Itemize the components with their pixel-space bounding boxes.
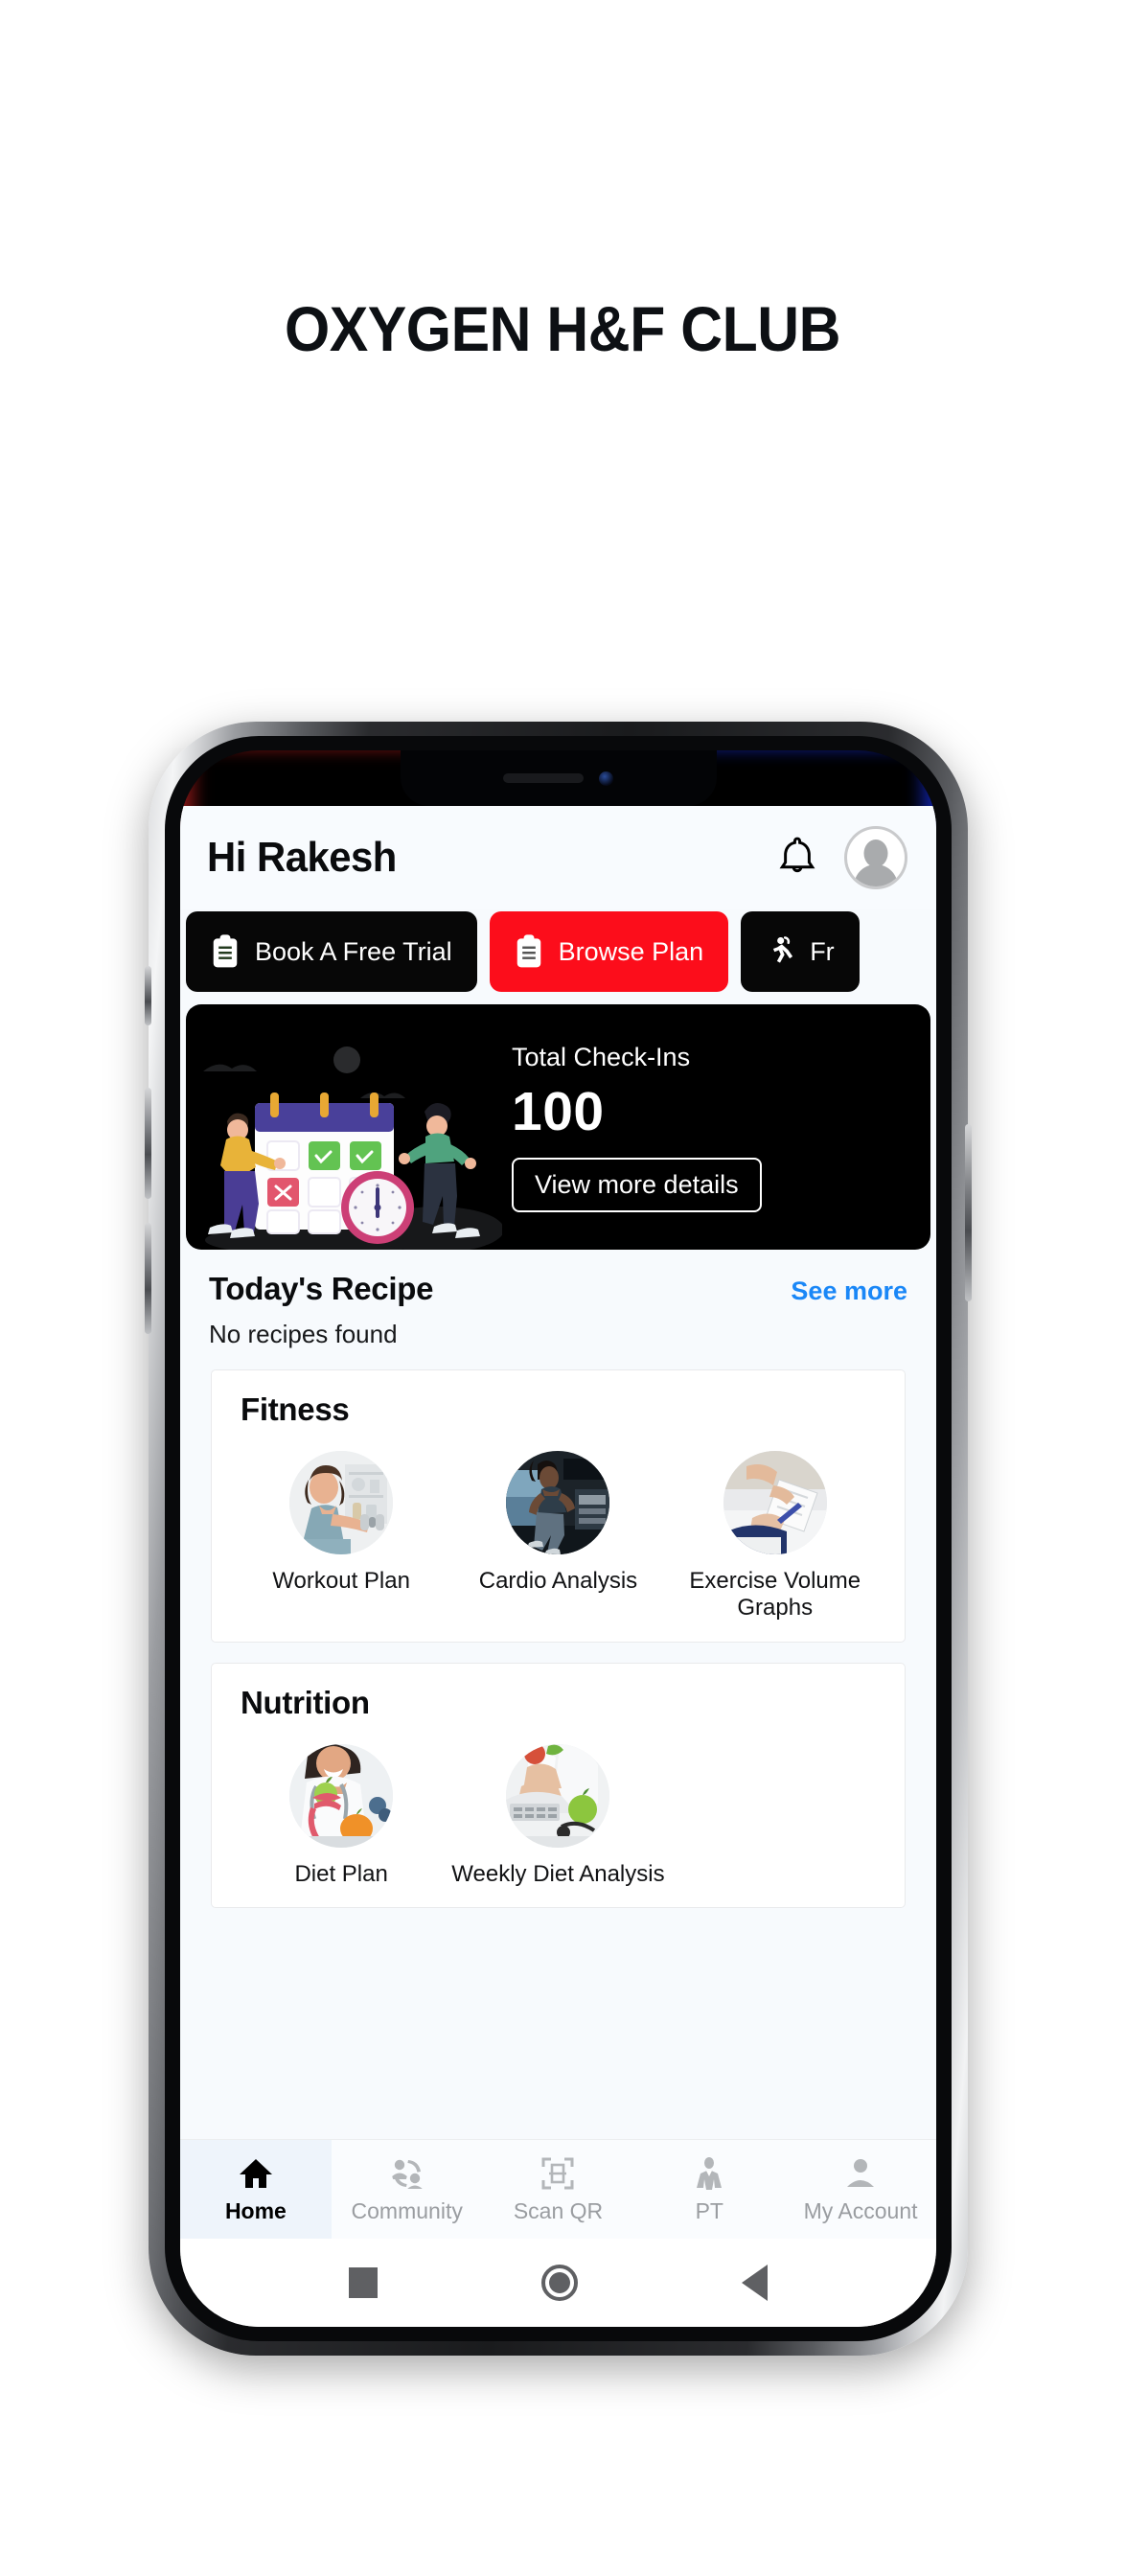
back-triangle-icon[interactable] — [742, 2265, 769, 2301]
phone-volume-down-button[interactable] — [145, 1223, 151, 1334]
app-viewport: Hi Rakesh Book A Free Trial Browse Plan … — [180, 806, 936, 2327]
todays-recipe-section: Today's Recipe See more No recipes found — [180, 1250, 936, 1349]
header-icons — [775, 826, 907, 889]
tile-label: Exercise Volume Graphs — [689, 1568, 861, 1622]
tile-empty-slot — [667, 1744, 884, 1888]
tile-workout-plan[interactable]: Workout Plan — [233, 1451, 449, 1622]
earpiece-speaker — [503, 773, 584, 783]
tab-community[interactable]: Community — [332, 2140, 483, 2239]
tile-diet-plan[interactable]: Diet Plan — [233, 1743, 449, 1888]
phone-silent-switch[interactable] — [145, 966, 151, 1025]
running-person-icon — [773, 936, 793, 963]
greeting-text: Hi Rakesh — [207, 834, 397, 881]
phone-screen: Hi Rakesh Book A Free Trial Browse Plan … — [180, 750, 936, 2327]
phone-power-button[interactable] — [965, 1124, 972, 1301]
tab-pt[interactable]: PT — [633, 2140, 785, 2239]
bell-icon[interactable] — [775, 835, 819, 881]
tile-exercise-volume-graphs[interactable]: Exercise Volume Graphs — [667, 1451, 884, 1622]
book-a-free-trial-button[interactable]: Book A Free Trial — [186, 911, 477, 992]
see-more-link[interactable]: See more — [791, 1276, 907, 1306]
trainer-icon — [693, 2154, 725, 2193]
tab-label: Community — [351, 2198, 463, 2223]
person-icon — [844, 2154, 877, 2193]
community-icon — [389, 2154, 425, 2193]
total-checkins-card[interactable]: Total Check-Ins 100 View more details — [186, 1004, 930, 1250]
total-checkins-label: Total Check-Ins — [512, 1042, 691, 1071]
tab-label: PT — [695, 2198, 723, 2223]
tile-label: Diet Plan — [294, 1860, 388, 1887]
todays-recipe-title: Today's Recipe — [209, 1271, 434, 1306]
front-camera-icon — [599, 770, 613, 786]
free-workout-label: Fr — [810, 936, 835, 966]
avatar[interactable] — [844, 826, 907, 889]
tile-label: Workout Plan — [272, 1568, 410, 1594]
checkins-info: Total Check-Ins 100 View more details — [502, 1004, 930, 1250]
total-checkins-value: 100 — [512, 1080, 605, 1142]
home-circle-icon[interactable] — [540, 2265, 578, 2301]
scan-qr-icon — [541, 2154, 574, 2193]
tab-my-account[interactable]: My Account — [785, 2140, 936, 2239]
clipboard-icon — [517, 934, 540, 968]
phone-device-mockup: Hi Rakesh Book A Free Trial Browse Plan … — [145, 722, 972, 2356]
browse-plan-label: Browse Plan — [558, 936, 704, 966]
view-more-details-button[interactable]: View more details — [512, 1157, 762, 1212]
tile-cardio-analysis[interactable]: Cardio Analysis — [449, 1451, 666, 1622]
free-workout-button[interactable]: Fr — [741, 911, 860, 992]
recents-square-icon[interactable] — [348, 2267, 378, 2298]
tile-label: Cardio Analysis — [478, 1568, 638, 1594]
page-title: OXYGEN H&F CLUB — [284, 293, 841, 364]
laptop-apple-photo — [506, 1743, 610, 1848]
avatar-head — [863, 840, 888, 867]
woman-treadmill-photo — [506, 1451, 610, 1554]
phone-volume-up-button[interactable] — [145, 1088, 151, 1199]
nutrition-tiles: Diet Plan Weekly Diet Analysis — [212, 1721, 905, 1888]
tab-label: Home — [224, 2198, 287, 2223]
home-icon — [239, 2154, 273, 2193]
woman-dumbbell-photo — [289, 1451, 394, 1554]
nutrition-section-title: Nutrition — [241, 1684, 370, 1720]
avatar-body — [854, 864, 898, 886]
fitness-section-card: Fitness Workout Plan Cardio Analysis Exe… — [211, 1369, 906, 1643]
tab-label: My Account — [803, 2198, 918, 2223]
recipe-header-row: Today's Recipe See more — [209, 1271, 907, 1307]
tab-home[interactable]: Home — [180, 2140, 332, 2239]
browse-plan-button[interactable]: Browse Plan — [489, 911, 729, 992]
tab-scan-qr[interactable]: Scan QR — [483, 2140, 634, 2239]
calendar-checkin-illustration — [186, 1004, 504, 1250]
nutritionist-fruit-photo — [289, 1743, 394, 1848]
tile-label: Weekly Diet Analysis — [451, 1860, 665, 1887]
hand-writing-clipboard-photo — [723, 1451, 827, 1554]
android-system-nav — [180, 2239, 936, 2327]
bottom-tab-bar: Home Community Scan QR PT My Account — [180, 2139, 936, 2239]
app-header: Hi Rakesh — [180, 806, 936, 909]
quick-actions-row[interactable]: Book A Free Trial Browse Plan Fr — [180, 909, 936, 992]
no-recipes-text: No recipes found — [209, 1320, 398, 1348]
fitness-section-title: Fitness — [241, 1392, 350, 1427]
clipboard-icon — [213, 934, 238, 968]
tab-label: Scan QR — [513, 2198, 604, 2223]
phone-notch — [400, 750, 717, 806]
nutrition-section-card: Nutrition Diet Plan Weekly Diet Analysis — [211, 1662, 906, 1908]
tile-weekly-diet-analysis[interactable]: Weekly Diet Analysis — [449, 1743, 666, 1888]
fitness-tiles: Workout Plan Cardio Analysis Exercise Vo… — [212, 1428, 905, 1622]
book-a-free-trial-label: Book A Free Trial — [255, 936, 452, 966]
